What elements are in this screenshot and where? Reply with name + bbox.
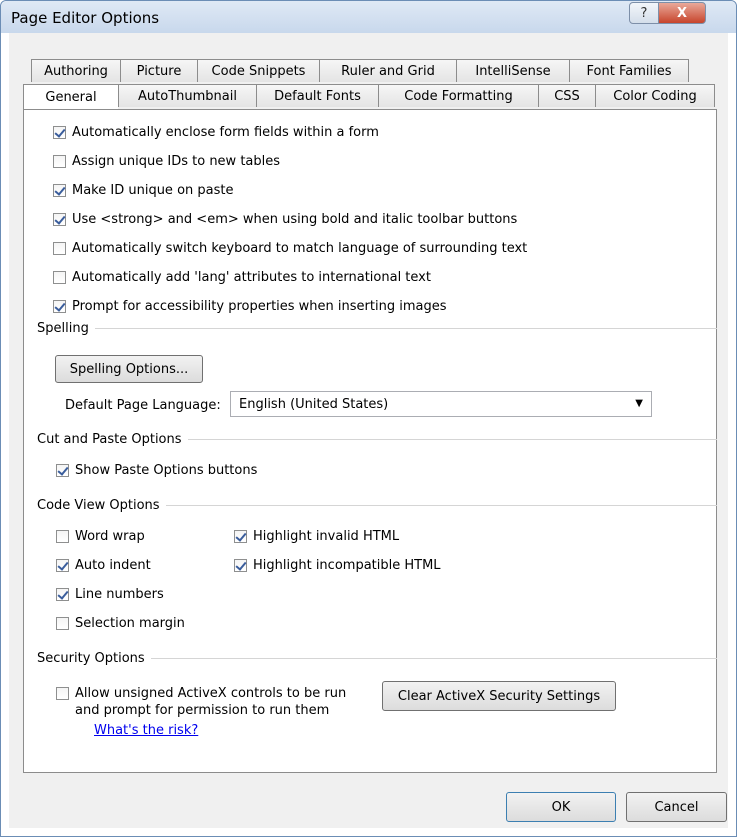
security-section: Security Options xyxy=(37,651,717,666)
option-lang-attributes[interactable]: Automatically add 'lang' attributes to i… xyxy=(53,270,431,285)
section-label: Cut and Paste Options xyxy=(37,432,182,447)
option-unique-id-paste[interactable]: Make ID unique on paste xyxy=(53,183,233,198)
option-label: Prompt for accessibility properties when… xyxy=(72,299,447,314)
option-label: Automatically switch keyboard to match l… xyxy=(72,241,528,256)
activex-label: Allow unsigned ActiveX controls to be ru… xyxy=(75,685,346,719)
divider xyxy=(150,658,717,659)
help-icon: ? xyxy=(640,5,648,21)
tab-authoring[interactable]: Authoring xyxy=(31,59,120,82)
checkbox[interactable] xyxy=(53,271,66,284)
checkbox[interactable] xyxy=(56,464,69,477)
tab-color-coding[interactable]: Color Coding xyxy=(595,84,715,107)
option-label: Show Paste Options buttons xyxy=(75,463,258,478)
close-icon: X xyxy=(676,5,688,21)
option-strong-em[interactable]: Use <strong> and <em> when using bold an… xyxy=(53,212,517,227)
option-word-wrap[interactable]: Word wrap xyxy=(56,529,145,544)
default-page-language-select[interactable]: English (United States) ▼ xyxy=(230,391,652,417)
tab-autothumbnail[interactable]: AutoThumbnail xyxy=(118,84,256,107)
code-view-section: Code View Options xyxy=(37,498,717,513)
option-label: Selection margin xyxy=(75,616,185,631)
section-label: Security Options xyxy=(37,651,145,666)
option-highlight-incompatible-html[interactable]: Highlight incompatible HTML xyxy=(234,558,441,573)
tab-row-2: General AutoThumbnail Default Fonts Code… xyxy=(23,84,715,109)
option-label: Line numbers xyxy=(75,587,164,602)
checkbox[interactable] xyxy=(53,126,66,139)
default-page-language-label: Default Page Language: xyxy=(65,398,221,413)
option-unique-ids-tables[interactable]: Assign unique IDs to new tables xyxy=(53,154,280,169)
checkbox[interactable] xyxy=(56,617,69,630)
option-label: Highlight incompatible HTML xyxy=(253,558,441,573)
tab-intellisense[interactable]: IntelliSense xyxy=(456,59,569,82)
dropdown-arrow-icon[interactable]: ▼ xyxy=(635,398,643,409)
checkbox[interactable] xyxy=(234,530,247,543)
activex-label-line2: and prompt for permission to run them xyxy=(75,703,330,718)
spelling-options-button[interactable]: Spelling Options... xyxy=(55,355,203,383)
title-bar[interactable]: Page Editor Options ? X xyxy=(1,1,736,33)
option-label: Auto indent xyxy=(75,558,151,573)
help-button[interactable]: ? xyxy=(629,2,659,24)
tab-code-snippets[interactable]: Code Snippets xyxy=(197,59,319,82)
checkbox[interactable] xyxy=(53,213,66,226)
cut-paste-section: Cut and Paste Options xyxy=(37,432,717,447)
tab-css[interactable]: CSS xyxy=(538,84,595,107)
clear-activex-button[interactable]: Clear ActiveX Security Settings xyxy=(382,681,616,711)
show-paste-options[interactable]: Show Paste Options buttons xyxy=(56,463,257,478)
divider xyxy=(165,505,717,506)
dialog-title: Page Editor Options xyxy=(11,9,160,27)
option-auto-indent[interactable]: Auto indent xyxy=(56,558,151,573)
option-accessibility-prompt[interactable]: Prompt for accessibility properties when… xyxy=(53,299,446,314)
tab-default-fonts[interactable]: Default Fonts xyxy=(256,84,378,107)
close-button[interactable]: X xyxy=(658,2,706,24)
option-highlight-invalid-html[interactable]: Highlight invalid HTML xyxy=(234,529,399,544)
select-value: English (United States) xyxy=(239,396,389,412)
option-allow-activex[interactable]: Allow unsigned ActiveX controls to be ru… xyxy=(56,685,346,719)
divider xyxy=(94,328,717,329)
checkbox[interactable] xyxy=(53,300,66,313)
section-label: Code View Options xyxy=(37,498,160,513)
dialog-window: Page Editor Options ? X Authoring Pictur… xyxy=(0,0,737,837)
activex-label-line1: Allow unsigned ActiveX controls to be ru… xyxy=(75,686,347,701)
option-label: Assign unique IDs to new tables xyxy=(72,154,281,169)
checkbox[interactable] xyxy=(53,155,66,168)
checkbox[interactable] xyxy=(56,559,69,572)
checkbox[interactable] xyxy=(234,559,247,572)
option-label: Use <strong> and <em> when using bold an… xyxy=(72,212,518,227)
tab-code-formatting[interactable]: Code Formatting xyxy=(378,84,538,107)
spelling-section: Spelling xyxy=(37,321,717,336)
checkbox[interactable] xyxy=(53,242,66,255)
tab-picture[interactable]: Picture xyxy=(120,59,197,82)
checkbox[interactable] xyxy=(56,687,69,700)
ok-button[interactable]: OK xyxy=(506,792,616,822)
cancel-button[interactable]: Cancel xyxy=(626,792,727,822)
option-label: Make ID unique on paste xyxy=(72,183,234,198)
option-label: Word wrap xyxy=(75,529,145,544)
divider xyxy=(187,439,717,440)
label-text: Default Page Language: xyxy=(65,398,221,413)
tab-ruler-and-grid[interactable]: Ruler and Grid xyxy=(319,59,456,82)
option-label: Highlight invalid HTML xyxy=(253,529,400,544)
option-switch-keyboard[interactable]: Automatically switch keyboard to match l… xyxy=(53,241,527,256)
tab-font-families[interactable]: Font Families xyxy=(569,59,689,82)
checkbox[interactable] xyxy=(56,588,69,601)
checkbox[interactable] xyxy=(56,530,69,543)
tab-general[interactable]: General xyxy=(23,84,118,109)
option-enclose-form-fields[interactable]: Automatically enclose form fields within… xyxy=(53,125,379,140)
option-label: Automatically enclose form fields within… xyxy=(72,125,379,140)
section-label: Spelling xyxy=(37,321,89,336)
whats-the-risk-link[interactable]: What's the risk? xyxy=(94,723,198,738)
option-label: Automatically add 'lang' attributes to i… xyxy=(72,270,431,285)
checkbox[interactable] xyxy=(53,184,66,197)
tab-row-1: Authoring Picture Code Snippets Ruler an… xyxy=(31,59,689,83)
option-line-numbers[interactable]: Line numbers xyxy=(56,587,164,602)
option-selection-margin[interactable]: Selection margin xyxy=(56,616,185,631)
